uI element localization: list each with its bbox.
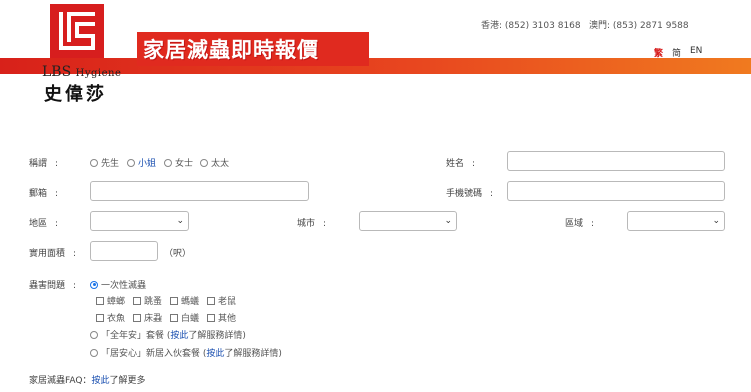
name-input[interactable] (507, 151, 725, 171)
chevron-down-icon: ⌄ (712, 216, 720, 226)
pest-check-termite[interactable]: 白蟻 (170, 311, 199, 324)
logo-brand-en-main: LBS (42, 64, 72, 80)
district-label: 區域: (565, 219, 595, 229)
pest-check-rat[interactable]: 老鼠 (207, 294, 236, 307)
district-select[interactable]: ⌄ (627, 211, 725, 231)
faq-text-suffix: 了解更多 (109, 376, 146, 386)
chevron-down-icon: ⌄ (444, 216, 452, 226)
pest-check-silverfish[interactable]: 衣魚 (96, 311, 125, 324)
logo-brand-en-sub: Hygiene (75, 68, 122, 79)
title-radio-mr[interactable]: 先生 (90, 156, 119, 169)
area-select[interactable]: ⌄ (90, 211, 189, 231)
email-input[interactable] (90, 181, 309, 201)
pest-check-cockroach[interactable]: 蟑螂 (96, 294, 125, 307)
problem-radio-one-time[interactable]: 一次性滅蟲 (90, 278, 146, 291)
problem-radio-annual-plan[interactable]: 「全年安」套餐 (按此 了解服務詳情) (90, 328, 246, 341)
faq-line: 家居滅蟲FAQ：按此了解更多 (29, 373, 145, 386)
faq-text-prefix: 家居滅蟲FAQ： (29, 376, 92, 386)
problem-label: 蟲害問題: (29, 281, 77, 291)
title-radio-ms[interactable]: 女士 (164, 156, 193, 169)
chevron-down-icon: ⌄ (176, 216, 184, 226)
title-label: 稱謂: (29, 159, 59, 169)
phone-input[interactable] (507, 181, 725, 201)
annual-plan-link[interactable]: 按此 (170, 328, 188, 341)
contact-hk: 香港: (852) 3103 8168 (481, 21, 581, 31)
email-label: 郵箱: (29, 189, 59, 199)
city-label: 城市: (297, 219, 327, 229)
pest-check-flea[interactable]: 跳蚤 (133, 294, 162, 307)
phone-label: 手機號碼: (446, 189, 494, 199)
annual-plan-text-suffix: 了解服務詳情) (188, 331, 246, 341)
contact-macau: 澳門: (853) 2871 9588 (589, 21, 689, 31)
logo-brand-cn: 史偉莎 (44, 84, 107, 105)
lbs-logo[interactable] (50, 4, 104, 58)
move-in-plan-text-prefix: 「居安心」新居入伙套餐 ( (101, 349, 207, 359)
faq-link[interactable]: 按此 (91, 376, 109, 386)
logo-brand-en: LBS Hygiene (42, 64, 121, 80)
area-label: 地區: (29, 219, 59, 229)
lbs-logo-icon (59, 12, 95, 50)
pest-check-ant[interactable]: 螞蟻 (170, 294, 199, 307)
banner-title: 家居滅蟲即時報價 (143, 38, 319, 62)
title-radio-mrs[interactable]: 太太 (200, 156, 229, 169)
lang-simplified[interactable]: 简 (672, 46, 681, 59)
annual-plan-text-prefix: 「全年安」套餐 ( (101, 331, 171, 341)
city-select[interactable]: ⌄ (359, 211, 457, 231)
pest-check-other[interactable]: 其他 (207, 311, 236, 324)
lang-traditional[interactable]: 繁 (654, 46, 663, 59)
size-label: 實用面積: (29, 249, 77, 259)
lang-english[interactable]: EN (690, 46, 702, 56)
pest-check-bedbug[interactable]: 床蝨 (133, 311, 162, 324)
size-input[interactable] (90, 241, 158, 261)
problem-radio-move-in-plan[interactable]: 「居安心」新居入伙套餐 (按此 了解服務詳情) (90, 346, 282, 359)
size-unit: （呎） (164, 249, 192, 259)
name-label: 姓名: (446, 159, 476, 169)
move-in-plan-text-suffix: 了解服務詳情) (224, 349, 282, 359)
move-in-plan-link[interactable]: 按此 (206, 346, 224, 359)
title-radio-miss[interactable]: 小姐 (127, 156, 156, 169)
